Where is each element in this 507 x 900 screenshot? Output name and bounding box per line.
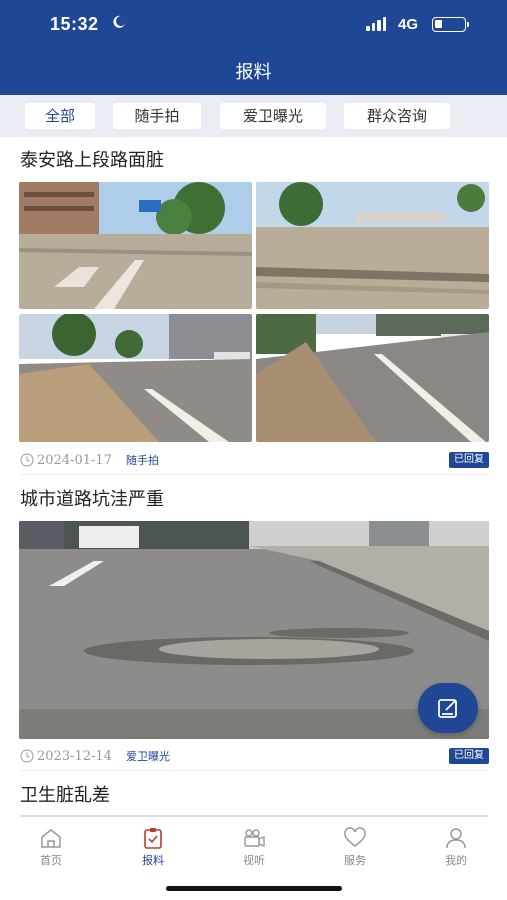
nav-media[interactable]: 视听 bbox=[224, 827, 284, 868]
user-icon bbox=[446, 828, 466, 849]
page-title: 报料 bbox=[235, 62, 272, 83]
post-category: 随手拍 bbox=[125, 454, 159, 467]
nav-label: 服务 bbox=[344, 854, 366, 867]
home-icon bbox=[41, 829, 61, 848]
nav-home[interactable]: 首页 bbox=[21, 827, 81, 868]
heart-icon bbox=[344, 827, 366, 847]
edit-icon bbox=[438, 699, 457, 718]
post-photo[interactable] bbox=[256, 182, 489, 309]
tab-hygiene-exposure[interactable]: 爱卫曝光 bbox=[220, 103, 326, 129]
nav-profile[interactable]: 我的 bbox=[426, 827, 486, 868]
post-date: 2024-01-17 bbox=[37, 452, 112, 468]
app-header: 15:32 4G 报料 bbox=[0, 0, 507, 95]
divider bbox=[20, 474, 488, 475]
status-time: 15:32 bbox=[50, 14, 99, 34]
post-date: 2023-12-14 bbox=[37, 748, 112, 764]
tab-snapshot[interactable]: 随手拍 bbox=[113, 103, 201, 129]
post-photo[interactable] bbox=[19, 182, 252, 309]
post-title[interactable]: 城市道路坑洼严重 bbox=[20, 485, 164, 511]
nav-label: 首页 bbox=[40, 854, 62, 867]
home-indicator[interactable] bbox=[166, 886, 342, 891]
post-title[interactable]: 卫生脏乱差 bbox=[20, 781, 110, 807]
post-photo[interactable] bbox=[256, 314, 489, 442]
post-category: 爱卫曝光 bbox=[125, 750, 170, 763]
tab-public-consult[interactable]: 群众咨询 bbox=[344, 103, 450, 129]
nav-label: 我的 bbox=[445, 854, 467, 867]
battery-tip bbox=[467, 22, 469, 27]
report-icon bbox=[144, 828, 162, 849]
tab-all[interactable]: 全部 bbox=[25, 103, 95, 129]
filter-tabs: 全部 随手拍 爱卫曝光 群众咨询 bbox=[0, 95, 507, 137]
camera-icon bbox=[244, 829, 265, 848]
nav-label: 报料 bbox=[142, 854, 164, 867]
nav-report[interactable]: 报料 bbox=[123, 827, 183, 868]
status-badge: 已回复 bbox=[449, 748, 489, 764]
battery-icon bbox=[432, 17, 466, 32]
status-badge: 已回复 bbox=[449, 452, 489, 468]
post-title[interactable]: 泰安路上段路面脏 bbox=[20, 146, 164, 172]
new-report-button[interactable] bbox=[418, 683, 478, 733]
moon-icon bbox=[113, 15, 125, 28]
signal-icon bbox=[366, 17, 386, 31]
nav-service[interactable]: 服务 bbox=[325, 827, 385, 868]
clock-icon bbox=[20, 749, 34, 763]
post-meta: 2024-01-17 随手拍 bbox=[20, 452, 159, 468]
clock-icon bbox=[20, 453, 34, 467]
post-meta: 2023-12-14 爱卫曝光 bbox=[20, 748, 170, 764]
network-label: 4G bbox=[398, 16, 419, 33]
divider bbox=[20, 770, 488, 771]
nav-label: 视听 bbox=[243, 854, 265, 867]
post-photo[interactable] bbox=[19, 314, 252, 442]
